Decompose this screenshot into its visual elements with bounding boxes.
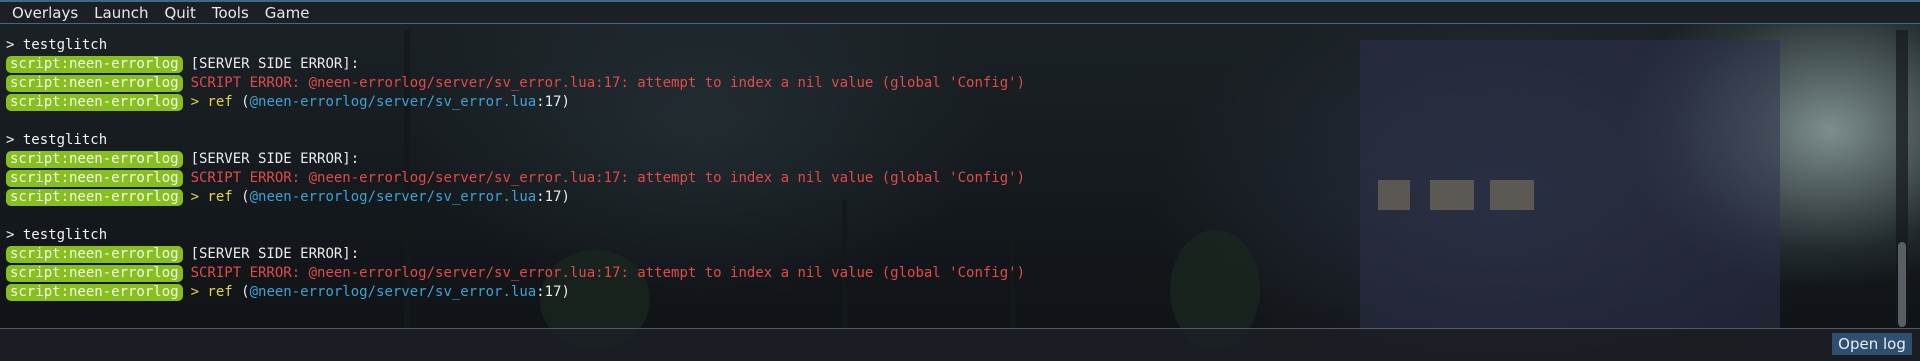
ref-suffix: :17) [536, 94, 570, 110]
ref-open: ( [232, 189, 250, 205]
ref-suffix: :17) [536, 189, 570, 205]
console-log-line: script:neen-errorlog > ref (@neen-errorl… [6, 283, 1886, 302]
menu-game[interactable]: Game [257, 2, 318, 24]
console-log-line: script:neen-errorlog SCRIPT ERROR: @neen… [6, 264, 1886, 283]
console-command-line: > testglitch [6, 36, 1886, 55]
ref-open: ( [232, 284, 250, 300]
menu-overlays[interactable]: Overlays [4, 2, 86, 24]
console-command-line: > testglitch [6, 226, 1886, 245]
ref-prefix: > ref [190, 284, 233, 300]
menu-quit[interactable]: Quit [156, 2, 203, 24]
ref-suffix: :17) [536, 284, 570, 300]
error-message: SCRIPT ERROR: @neen-errorlog/server/sv_e… [190, 75, 1026, 91]
resource-tag: script:neen-errorlog [6, 75, 183, 92]
menu-launch[interactable]: Launch [86, 2, 156, 24]
ref-prefix: > ref [190, 94, 233, 110]
console-log-line: script:neen-errorlog > ref (@neen-errorl… [6, 188, 1886, 207]
menu-tools[interactable]: Tools [204, 2, 257, 24]
console-spacer [6, 207, 1886, 226]
console-output: > testglitch script:neen-errorlog [SERVE… [6, 36, 1886, 302]
resource-tag: script:neen-errorlog [6, 170, 183, 187]
resource-tag: script:neen-errorlog [6, 246, 183, 263]
error-header: [SERVER SIDE ERROR]: [190, 151, 360, 167]
console-log-line: script:neen-errorlog [SERVER SIDE ERROR]… [6, 150, 1886, 169]
error-message: SCRIPT ERROR: @neen-errorlog/server/sv_e… [190, 265, 1026, 281]
console-input-bar[interactable] [0, 328, 1920, 361]
resource-tag: script:neen-errorlog [6, 189, 183, 206]
console-spacer [6, 112, 1886, 131]
ref-path-link[interactable]: @neen-errorlog/server/sv_error.lua [250, 93, 537, 112]
resource-tag: script:neen-errorlog [6, 94, 183, 111]
console-log-line: script:neen-errorlog [SERVER SIDE ERROR]… [6, 55, 1886, 74]
console-log-line: script:neen-errorlog SCRIPT ERROR: @neen… [6, 169, 1886, 188]
console-command: > testglitch [6, 227, 108, 243]
error-header: [SERVER SIDE ERROR]: [190, 246, 360, 262]
error-message: SCRIPT ERROR: @neen-errorlog/server/sv_e… [190, 170, 1026, 186]
ref-path-link[interactable]: @neen-errorlog/server/sv_error.lua [250, 188, 537, 207]
error-header: [SERVER SIDE ERROR]: [190, 56, 360, 72]
ref-path-link[interactable]: @neen-errorlog/server/sv_error.lua [250, 283, 537, 302]
resource-tag: script:neen-errorlog [6, 56, 183, 73]
ref-open: ( [232, 94, 250, 110]
console-log-line: script:neen-errorlog > ref (@neen-errorl… [6, 93, 1886, 112]
console-command: > testglitch [6, 132, 108, 148]
console-command-line: > testglitch [6, 131, 1886, 150]
resource-tag: script:neen-errorlog [6, 284, 183, 301]
menu-bar: Overlays Launch Quit Tools Game [0, 0, 1920, 24]
resource-tag: script:neen-errorlog [6, 265, 183, 282]
console-log-line: script:neen-errorlog SCRIPT ERROR: @neen… [6, 74, 1886, 93]
resource-tag: script:neen-errorlog [6, 151, 183, 168]
ref-prefix: > ref [190, 189, 233, 205]
open-log-button[interactable]: Open log [1832, 333, 1912, 355]
console-log-line: script:neen-errorlog [SERVER SIDE ERROR]… [6, 245, 1886, 264]
console-scrollbar-thumb[interactable] [1898, 242, 1906, 327]
console-command: > testglitch [6, 37, 108, 53]
